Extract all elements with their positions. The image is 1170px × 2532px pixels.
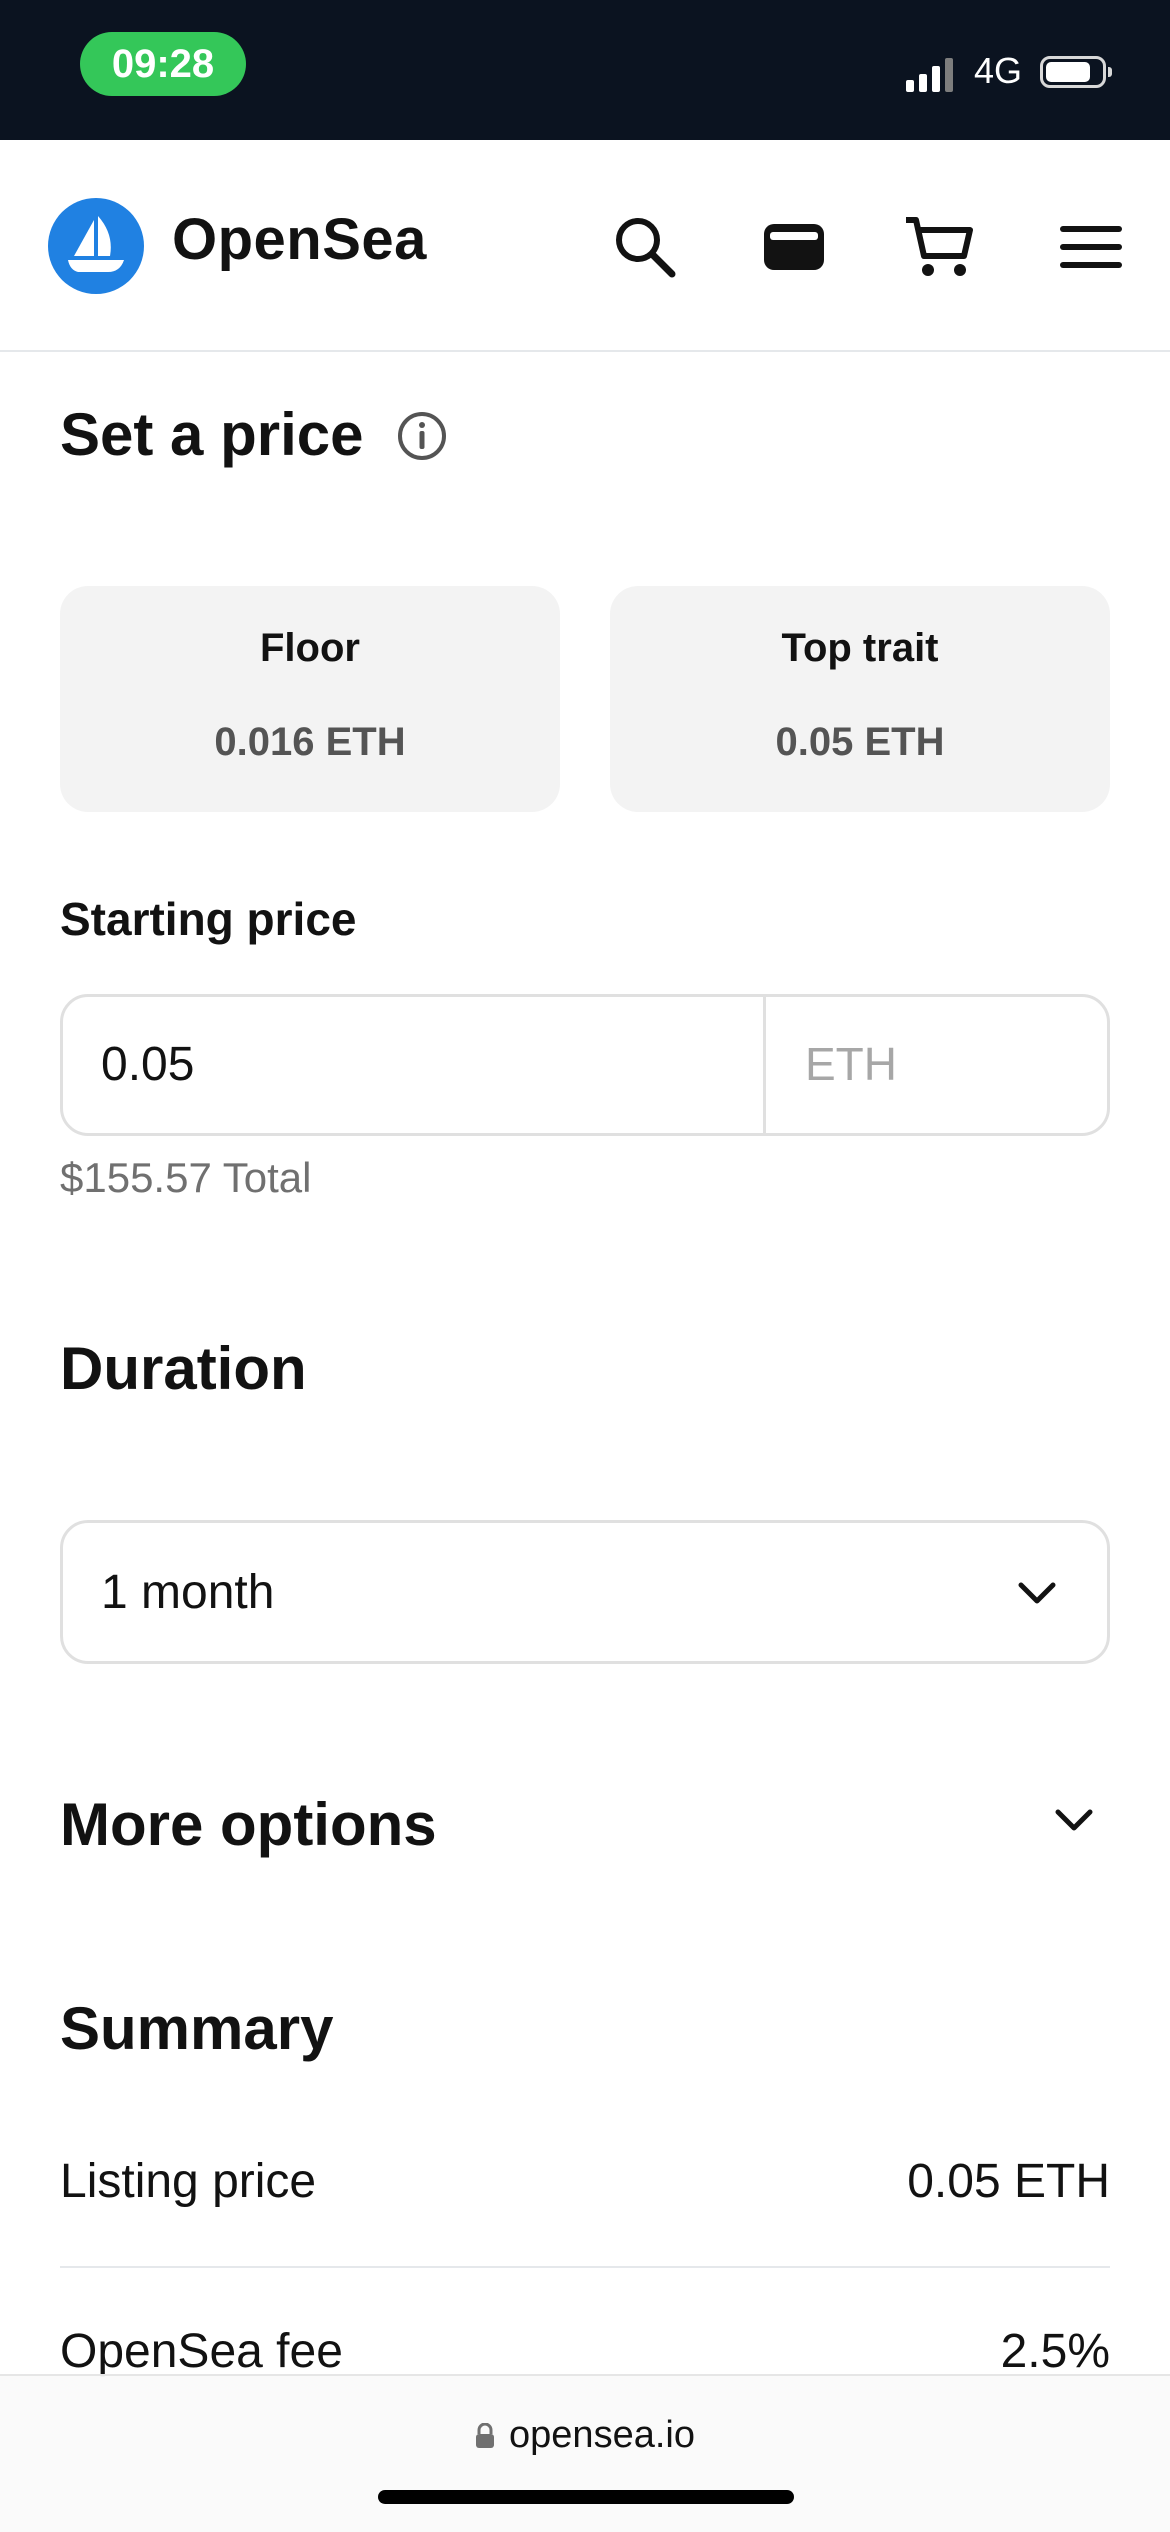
signal-icon	[906, 56, 953, 92]
starting-price-input[interactable]: 0.05 ETH	[60, 994, 1110, 1136]
set-price-title: Set a price	[60, 401, 364, 468]
duration-select[interactable]: 1 month	[60, 1520, 1110, 1664]
battery-icon	[1040, 56, 1112, 88]
top-trait-card[interactable]: Top trait 0.05 ETH	[610, 586, 1110, 812]
info-icon[interactable]	[396, 410, 448, 462]
home-indicator[interactable]	[378, 2490, 794, 2504]
more-options-title[interactable]: More options	[60, 1790, 437, 1859]
opensea-fee-label: OpenSea fee	[60, 2325, 343, 2378]
chevron-down-icon	[1013, 1569, 1061, 1617]
address-bar[interactable]: opensea.io	[0, 2414, 1170, 2457]
cart-icon[interactable]	[904, 212, 974, 282]
search-icon[interactable]	[610, 212, 680, 282]
listing-price-value: 0.05 ETH	[907, 2155, 1110, 2208]
site-header: OpenSea	[0, 140, 1170, 352]
input-divider	[763, 997, 766, 1133]
starting-price-value[interactable]: 0.05	[101, 1037, 194, 1092]
network-type: 4G	[974, 50, 1023, 91]
url-text: opensea.io	[509, 2414, 695, 2456]
listing-price-label: Listing price	[60, 2155, 317, 2208]
price-total: $155.57 Total	[60, 1154, 312, 1201]
floor-label: Floor	[260, 626, 360, 670]
summary-title: Summary	[60, 1995, 334, 2062]
opensea-fee-value: 2.5%	[1000, 2325, 1110, 2378]
top-trait-value: 0.05 ETH	[775, 720, 945, 764]
summary-divider	[60, 2266, 1110, 2268]
status-bar: 09:28 4G	[0, 0, 1170, 140]
top-trait-label: Top trait	[781, 626, 939, 670]
menu-icon[interactable]	[1056, 212, 1126, 282]
floor-value: 0.016 ETH	[214, 720, 406, 764]
chevron-down-icon[interactable]	[1050, 1796, 1098, 1844]
duration-title: Duration	[60, 1335, 307, 1402]
starting-price-label: Starting price	[60, 893, 357, 945]
brand-name[interactable]: OpenSea	[172, 206, 427, 273]
browser-bottom-bar: opensea.io	[0, 2374, 1170, 2532]
status-time: 09:28	[80, 32, 246, 96]
lock-icon	[476, 2422, 495, 2448]
wallet-icon[interactable]	[760, 212, 830, 282]
opensea-logo-icon[interactable]	[48, 198, 144, 294]
duration-value: 1 month	[101, 1566, 275, 1619]
floor-card[interactable]: Floor 0.016 ETH	[60, 586, 560, 812]
currency-selector[interactable]: ETH	[805, 1037, 897, 1091]
